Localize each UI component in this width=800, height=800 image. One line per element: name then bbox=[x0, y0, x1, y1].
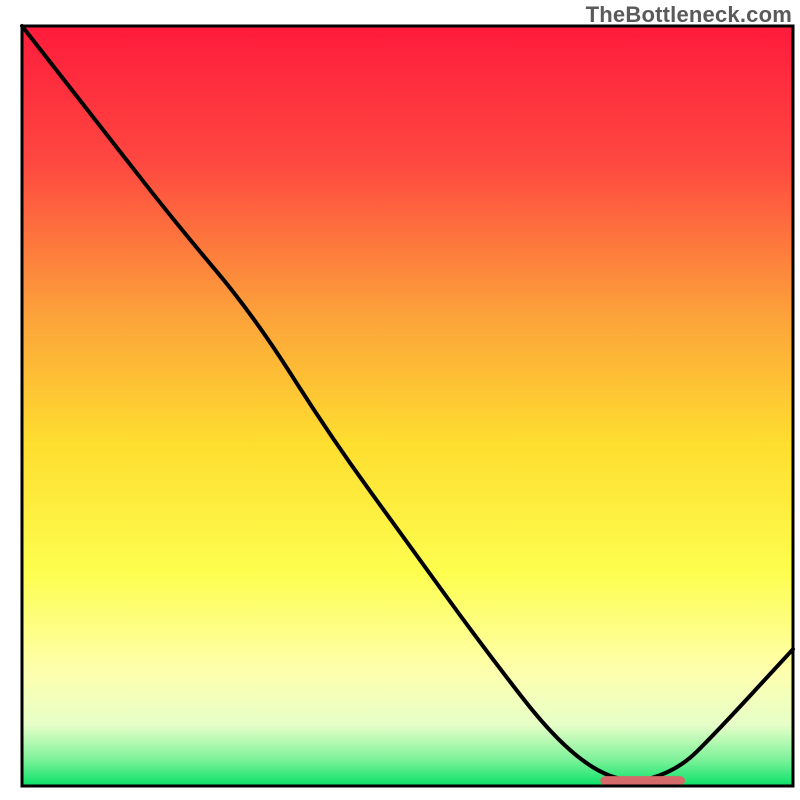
plot-background bbox=[22, 26, 793, 786]
bottleneck-chart bbox=[0, 0, 800, 800]
optimum-band bbox=[600, 776, 685, 785]
chart-root: TheBottleneck.com bbox=[0, 0, 800, 800]
